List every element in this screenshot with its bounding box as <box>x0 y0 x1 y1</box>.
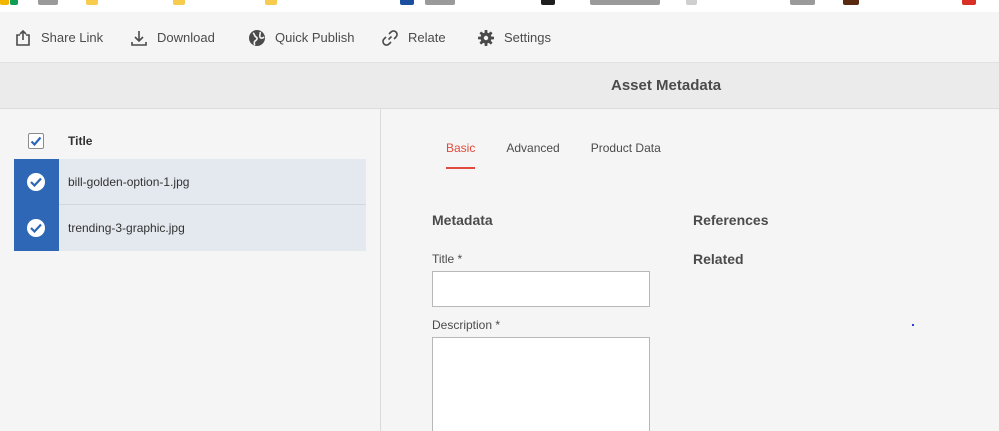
relate-label: Relate <box>408 30 446 45</box>
asset-thumbnail[interactable] <box>14 158 59 205</box>
related-heading: Related <box>693 251 744 267</box>
download-label: Download <box>157 30 215 45</box>
folder-icon[interactable] <box>173 0 185 5</box>
tab-advanced[interactable]: Advanced <box>506 139 559 171</box>
title-input[interactable] <box>432 271 650 307</box>
relate-button[interactable]: Relate <box>381 12 446 63</box>
title-field-label: Title * <box>432 252 463 266</box>
page-title: Asset Metadata <box>611 77 722 94</box>
selected-check-icon[interactable] <box>27 219 45 237</box>
asset-thumbnail[interactable] <box>14 205 59 251</box>
select-all-checkbox[interactable] <box>28 133 44 149</box>
quick-publish-button[interactable]: Quick Publish <box>248 12 354 63</box>
bookmark-label[interactable] <box>590 0 660 5</box>
asset-name: bill-golden-option-1.jpg <box>68 174 190 189</box>
asset-row[interactable]: bill-golden-option-1.jpg <box>14 158 366 205</box>
title-bar: Asset Metadata <box>0 63 999 109</box>
bookmark-icon[interactable] <box>541 0 555 5</box>
metadata-tabs: Basic Advanced Product Data <box>446 139 692 171</box>
tab-basic[interactable]: Basic <box>446 139 476 171</box>
bookmark-icon[interactable] <box>686 0 697 5</box>
asset-row[interactable]: trending-3-graphic.jpg <box>14 205 366 251</box>
asset-list: bill-golden-option-1.jpg trending-3-grap… <box>14 158 366 251</box>
asset-list-panel: Title bill-golden-option-1.jpg trending-… <box>0 109 381 431</box>
asset-list-header: Title <box>14 129 366 155</box>
metadata-panel: Basic Advanced Product Data Metadata Tit… <box>382 109 999 431</box>
bookmark-label[interactable] <box>790 0 815 5</box>
gear-icon <box>478 29 494 46</box>
folder-icon[interactable] <box>265 0 277 5</box>
description-textarea[interactable] <box>432 337 650 431</box>
download-button[interactable]: Download <box>130 12 215 63</box>
share-link-button[interactable]: Share Link <box>14 12 103 63</box>
settings-label: Settings <box>504 30 551 45</box>
folder-icon[interactable] <box>86 0 98 5</box>
action-toolbar: Share Link Download Quick Publish Relate <box>0 12 999 63</box>
settings-button[interactable]: Settings <box>477 12 551 63</box>
asset-name: trending-3-graphic.jpg <box>68 221 185 235</box>
share-link-label: Share Link <box>41 30 104 45</box>
metadata-section-heading: Metadata <box>432 212 493 228</box>
bookmark-icon[interactable] <box>0 0 9 5</box>
stray-pixel <box>912 324 914 326</box>
download-icon <box>131 30 147 46</box>
tab-product-data[interactable]: Product Data <box>591 139 661 171</box>
bookmark-label[interactable] <box>38 0 58 5</box>
description-field-label: Description * <box>432 318 501 332</box>
checkmark-icon <box>30 136 42 147</box>
bookmark-icon[interactable] <box>10 0 18 5</box>
link-icon <box>382 29 398 46</box>
share-icon <box>16 29 30 46</box>
references-heading: References <box>693 212 769 228</box>
bookmark-icon[interactable] <box>400 0 414 5</box>
selected-check-icon[interactable] <box>27 172 45 191</box>
bookmarks-bar <box>0 0 999 12</box>
quick-publish-label: Quick Publish <box>275 30 355 45</box>
title-column-header[interactable]: Title <box>68 134 92 148</box>
bookmark-icon[interactable] <box>962 0 976 5</box>
globe-icon <box>249 29 265 46</box>
bookmark-label[interactable] <box>425 0 455 5</box>
bookmark-icon[interactable] <box>843 0 859 5</box>
